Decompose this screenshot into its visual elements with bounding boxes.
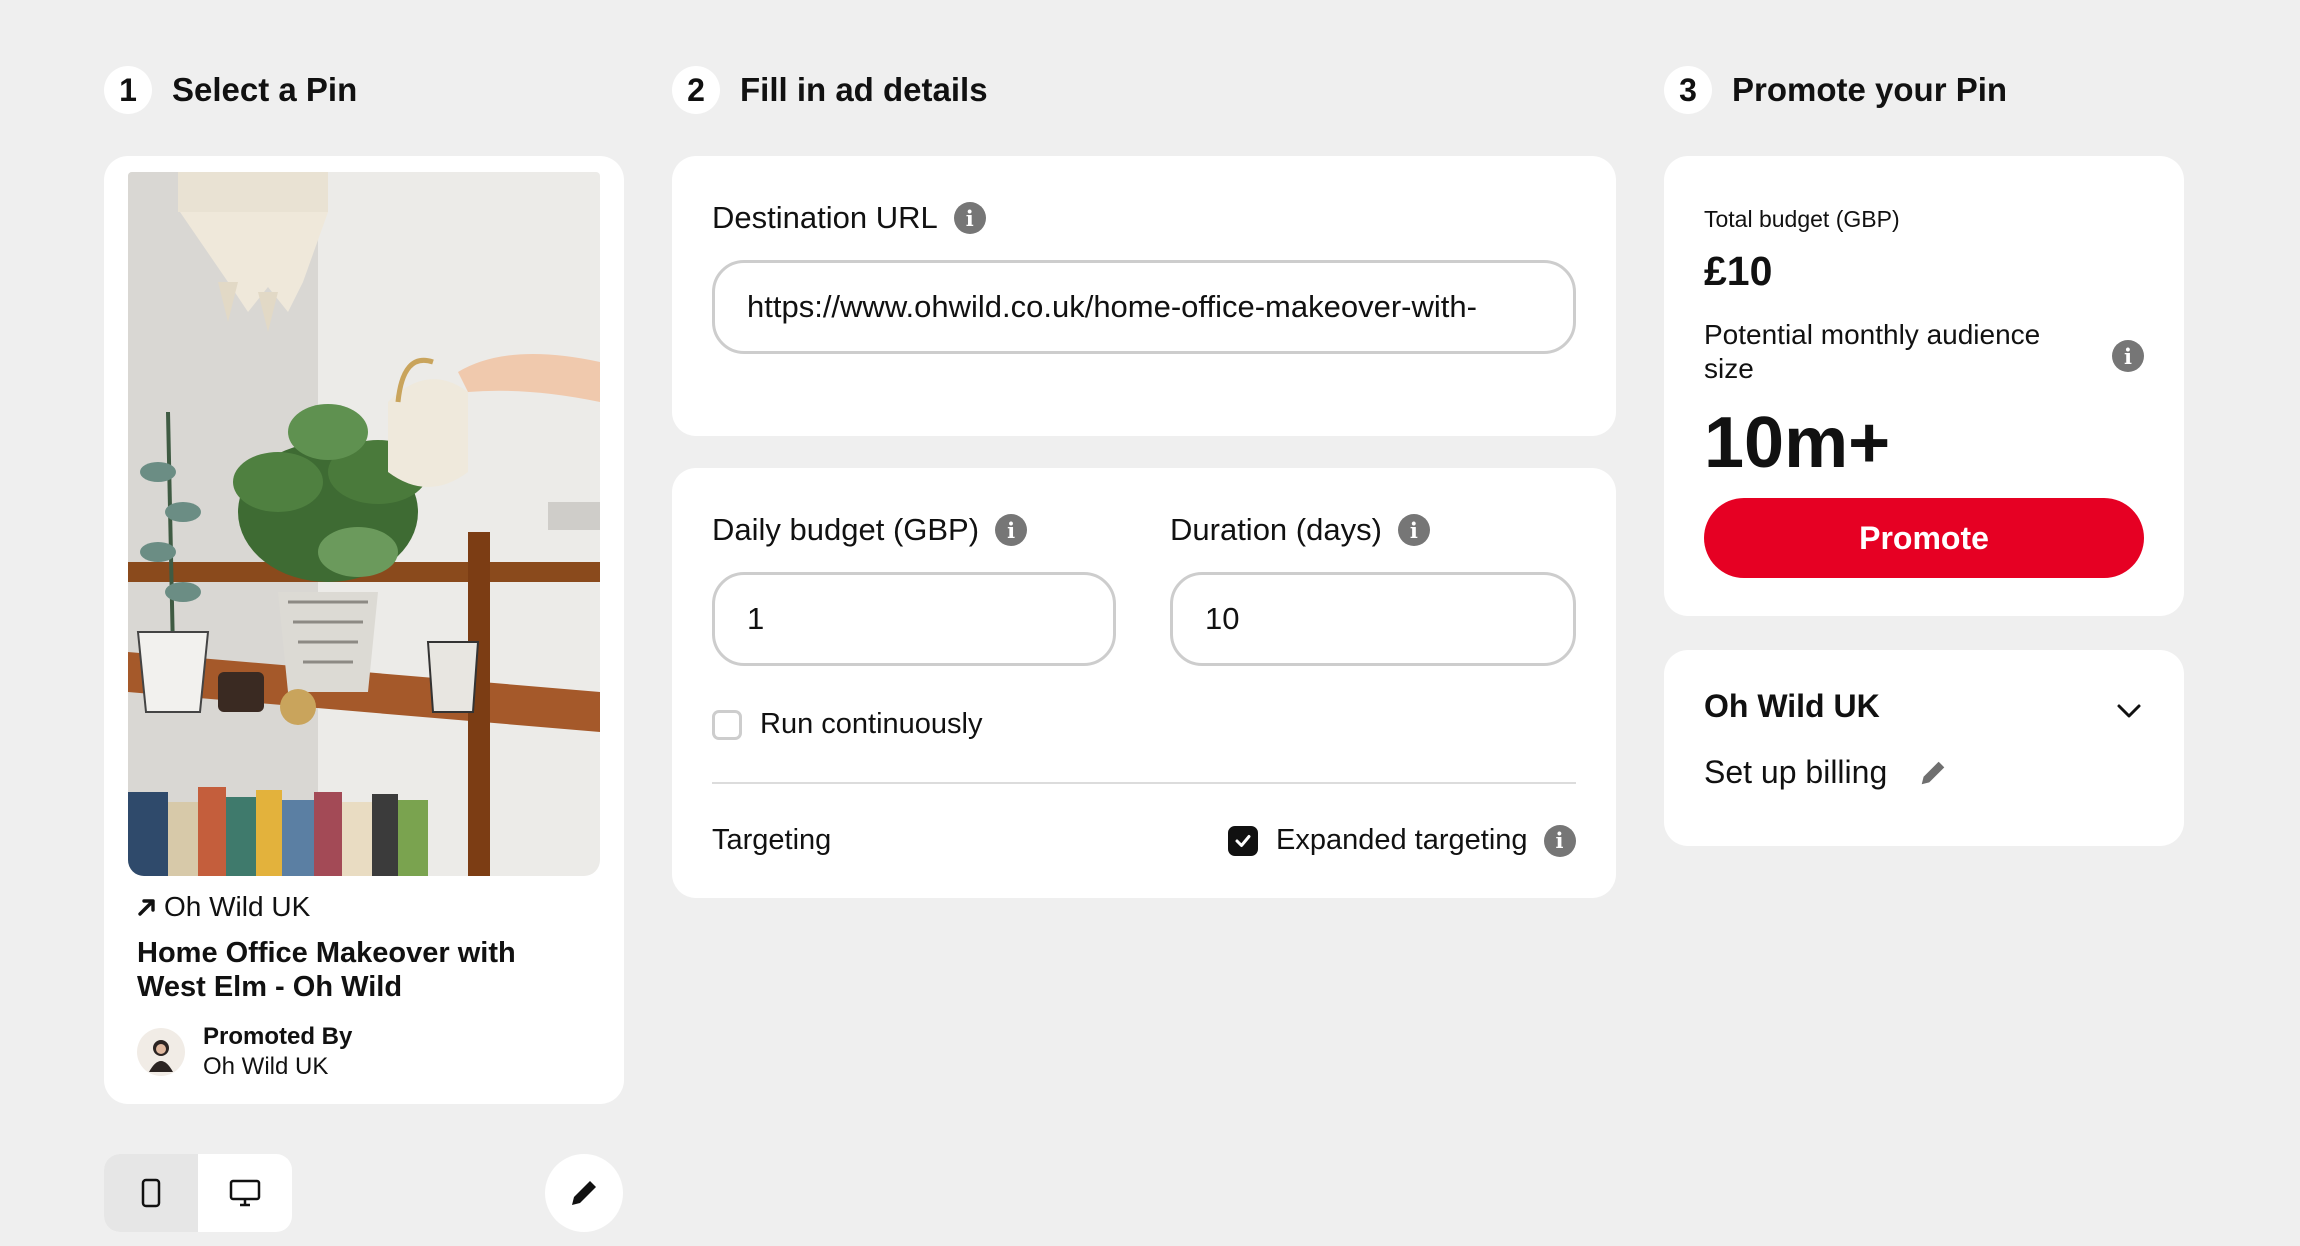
targeting-label: Targeting — [712, 824, 832, 856]
checkmark-icon — [1235, 834, 1251, 847]
destination-url-card: Destination URL i — [672, 156, 1616, 436]
promote-card: Total budget (GBP) £10 Potential monthly… — [1664, 156, 2184, 616]
total-budget-label: Total budget (GBP) — [1704, 206, 1900, 232]
step-3-number: 3 — [1664, 66, 1712, 114]
step-2-title: Fill in ad details — [740, 71, 988, 108]
pin-source-link[interactable]: Oh Wild UK — [136, 891, 310, 923]
chevron-down-icon — [2117, 704, 2141, 718]
expanded-targeting-option[interactable]: Expanded targeting i — [1228, 824, 1576, 857]
pencil-icon — [1921, 761, 1945, 784]
promoted-by-label: Promoted By — [203, 1023, 353, 1050]
pin-image — [128, 172, 600, 876]
step-2-header: 2 Fill in ad details — [672, 66, 988, 114]
avatar — [137, 1028, 185, 1076]
step-2-number: 2 — [672, 66, 720, 114]
set-up-billing-label: Set up billing — [1704, 754, 1888, 790]
duration-input[interactable] — [1170, 572, 1576, 666]
expanded-targeting-label: Expanded targeting — [1276, 824, 1528, 856]
promote-button[interactable]: Promote — [1704, 498, 2144, 578]
run-continuously-checkbox[interactable] — [712, 709, 742, 740]
info-icon[interactable]: i — [1397, 514, 1430, 546]
promoted-by: Promoted By Oh Wild UK — [137, 1022, 352, 1082]
budget-card: Daily budget (GBP) i Duration (days) i R… — [672, 468, 1616, 898]
audience-size-label: Potential monthly audience size — [1704, 319, 2041, 384]
desktop-preview-button[interactable] — [198, 1154, 292, 1232]
edit-pin-button[interactable] — [545, 1154, 623, 1232]
info-icon[interactable]: i — [995, 514, 1028, 546]
duration-label: Duration (days) i — [1170, 512, 1430, 548]
daily-budget-input[interactable] — [712, 572, 1116, 666]
step-1-title: Select a Pin — [172, 71, 358, 108]
step-3-header: 3 Promote your Pin — [1664, 66, 2007, 114]
total-budget-value: £10 — [1704, 248, 1773, 294]
info-icon[interactable]: i — [2112, 340, 2144, 372]
desktop-icon — [229, 1179, 261, 1207]
destination-url-label: Destination URL i — [712, 200, 986, 236]
pin-title: Home Office Makeover with West Elm - Oh … — [137, 937, 516, 1003]
account-dropdown-toggle[interactable] — [2114, 696, 2144, 726]
info-icon[interactable]: i — [953, 202, 986, 234]
divider — [712, 782, 1576, 784]
pin-source-label: Oh Wild UK — [164, 891, 311, 922]
set-up-billing-link[interactable]: Set up billing — [1704, 754, 1949, 791]
step-3-title: Promote your Pin — [1732, 71, 2008, 108]
expanded-targeting-checkbox[interactable] — [1228, 825, 1258, 856]
info-icon[interactable]: i — [1543, 824, 1576, 857]
account-card: Oh Wild UK Set up billing — [1664, 650, 2184, 846]
destination-url-input[interactable] — [712, 260, 1576, 354]
device-preview-toggle — [104, 1154, 292, 1232]
promoted-by-name: Oh Wild UK — [203, 1053, 329, 1080]
mobile-preview-button[interactable] — [104, 1154, 198, 1232]
mobile-icon — [141, 1178, 161, 1208]
pencil-icon — [572, 1181, 596, 1205]
run-continuously-option[interactable]: Run continuously — [712, 708, 982, 741]
pin-preview-card: Oh Wild UK Home Office Makeover with Wes… — [104, 156, 624, 1104]
audience-size-value: 10m+ — [1704, 403, 1891, 483]
run-continuously-label: Run continuously — [760, 708, 983, 740]
step-1-number: 1 — [104, 66, 152, 114]
arrow-up-right-icon — [138, 899, 155, 916]
daily-budget-label: Daily budget (GBP) i — [712, 512, 1028, 548]
step-1-header: 1 Select a Pin — [104, 66, 357, 114]
account-name: Oh Wild UK — [1704, 688, 1880, 724]
